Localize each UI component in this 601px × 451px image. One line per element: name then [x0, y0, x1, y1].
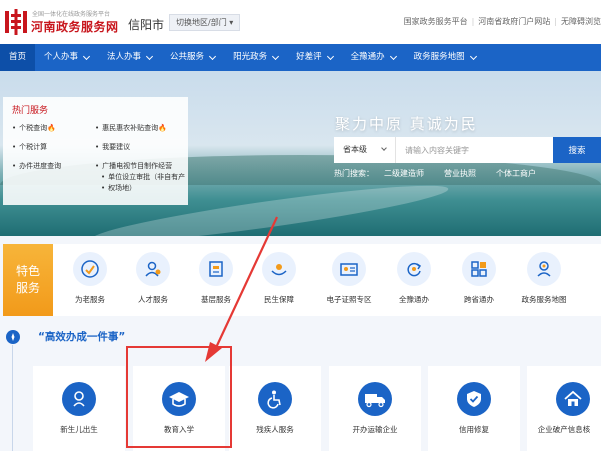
chevron-down-icon	[389, 52, 397, 60]
hot-service-item[interactable]: 广播电视节目制作经营	[95, 161, 172, 171]
nav-review[interactable]: 好差评	[287, 44, 342, 71]
search-bar: 省本级 搜索	[334, 137, 601, 163]
chevron-down-icon	[209, 52, 217, 60]
link-national-platform[interactable]: 国家政务服务平台	[404, 17, 468, 26]
chevron-down-icon	[381, 145, 387, 151]
card-disability-services[interactable]: 残疾人服务	[229, 366, 321, 451]
compass-icon	[6, 330, 20, 344]
hot-services-panel: 热门服务 个税查询🔥 惠民惠农补贴查询🔥 个税计算 我要建议 办件进度查询 广播…	[3, 97, 188, 205]
annotation-highlight-box	[126, 346, 232, 448]
hot-services-title: 热门服务	[12, 106, 49, 116]
logo-title[interactable]: 河南政务服务网	[31, 18, 119, 35]
card-newborn[interactable]: 新生儿出生	[33, 366, 125, 451]
nav-open-government[interactable]: 阳光政务	[224, 44, 287, 71]
chevron-down-icon	[469, 52, 477, 60]
nav-public-services[interactable]: 公共服务	[161, 44, 224, 71]
baby-icon	[62, 382, 96, 416]
logo-icon[interactable]	[4, 9, 28, 35]
card-credit-repair[interactable]: 信用修复	[428, 366, 520, 451]
featured-service-map[interactable]: 政务服务地图	[508, 252, 580, 305]
hot-service-item[interactable]: 个税计算	[12, 142, 47, 152]
chevron-down-icon	[146, 52, 154, 60]
nav-service-map[interactable]: 政务服务地图	[405, 44, 485, 71]
search-input[interactable]	[396, 137, 553, 163]
timeline-line	[12, 345, 13, 451]
nav-corporate[interactable]: 法人办事	[98, 44, 161, 71]
hot-service-item-cont[interactable]: 权场地）	[95, 183, 136, 193]
nav-home[interactable]: 首页	[0, 44, 36, 71]
featured-e-license[interactable]: 电子证照专区	[313, 252, 385, 305]
nav-personal[interactable]: 个人办事	[35, 44, 98, 71]
featured-talent[interactable]: 人才服务	[117, 252, 189, 305]
grid-icon	[462, 252, 496, 286]
featured-tag: 特色 服务	[3, 244, 53, 316]
chevron-down-icon	[82, 52, 91, 60]
current-city: 信阳市	[128, 18, 165, 32]
switch-region-button[interactable]: 切换地区/部门 ▾	[169, 14, 241, 31]
house-icon	[556, 382, 590, 416]
featured-province-wide[interactable]: 全豫通办	[378, 252, 450, 305]
hands-heart-icon	[262, 252, 296, 286]
hot-term-3[interactable]: 个体工商户	[496, 169, 536, 178]
refresh-icon	[397, 252, 431, 286]
featured-livelihood[interactable]: 民生保障	[243, 252, 315, 305]
section-title: “高效办成一件事”	[38, 331, 126, 343]
logo-subtitle: 全国一体化在线政务服务平台	[32, 11, 111, 18]
card-enterprise-bankruptcy[interactable]: 企业破产信息核	[527, 366, 601, 451]
hot-service-item[interactable]: 我要建议	[95, 142, 130, 152]
main-nav: 首页 个人办事 法人办事 公共服务 阳光政务 好差评 全豫通办 政务服务地图	[0, 44, 601, 71]
chevron-down-icon	[326, 52, 334, 60]
hot-search: 热门搜索： 二级建造师 营业执照 个体工商户	[334, 168, 556, 179]
featured-services: 特色 服务 为老服务 人才服务 基层服务 民生保障 电子证照专区 全豫通办 跨省…	[3, 244, 601, 316]
wheelchair-icon	[258, 382, 292, 416]
hot-term-2[interactable]: 营业执照	[444, 169, 476, 178]
shield-check-icon	[457, 382, 491, 416]
hot-search-label: 热门搜索：	[334, 169, 374, 178]
fire-icon: 🔥	[158, 124, 167, 132]
nav-province-wide[interactable]: 全豫通办	[342, 44, 405, 71]
card-transport-business[interactable]: 开办运输企业	[329, 366, 421, 451]
search-scope-select[interactable]: 省本级	[334, 137, 396, 163]
fire-icon: 🔥	[47, 124, 56, 132]
hot-service-item[interactable]: 办件进度查询	[12, 161, 61, 171]
featured-elderly[interactable]: 为老服务	[54, 252, 126, 305]
banner-slogan: 聚力中原 真诚为民	[335, 115, 478, 133]
elderly-care-icon	[73, 252, 107, 286]
link-accessibility[interactable]: 无障碍浏览	[561, 17, 601, 26]
featured-cross-province[interactable]: 跨省通办	[443, 252, 515, 305]
hot-service-item[interactable]: 惠民惠农补贴查询🔥	[95, 123, 167, 133]
page: 全国一体化在线政务服务平台 河南政务服务网 信阳市 切换地区/部门 ▾ 国家政务…	[0, 0, 601, 451]
hot-service-item[interactable]: 个税查询🔥	[12, 123, 56, 133]
hot-term-1[interactable]: 二级建造师	[384, 169, 424, 178]
id-card-icon	[332, 252, 366, 286]
site-header: 全国一体化在线政务服务平台 河南政务服务网 信阳市 切换地区/部门 ▾ 国家政务…	[0, 0, 601, 44]
talent-icon	[136, 252, 170, 286]
truck-icon	[358, 382, 392, 416]
hot-service-item-cont[interactable]: 单位设立审批（非自有产	[95, 172, 185, 182]
search-button[interactable]: 搜索	[553, 137, 601, 163]
person-pin-icon	[527, 252, 561, 286]
chevron-down-icon	[272, 52, 280, 60]
link-province-portal[interactable]: 河南省政府门户网站	[478, 17, 550, 26]
document-icon	[199, 252, 233, 286]
top-links: 国家政务服务平台 | 河南省政府门户网站 | 无障碍浏览	[403, 17, 601, 26]
featured-grassroots[interactable]: 基层服务	[180, 252, 252, 305]
